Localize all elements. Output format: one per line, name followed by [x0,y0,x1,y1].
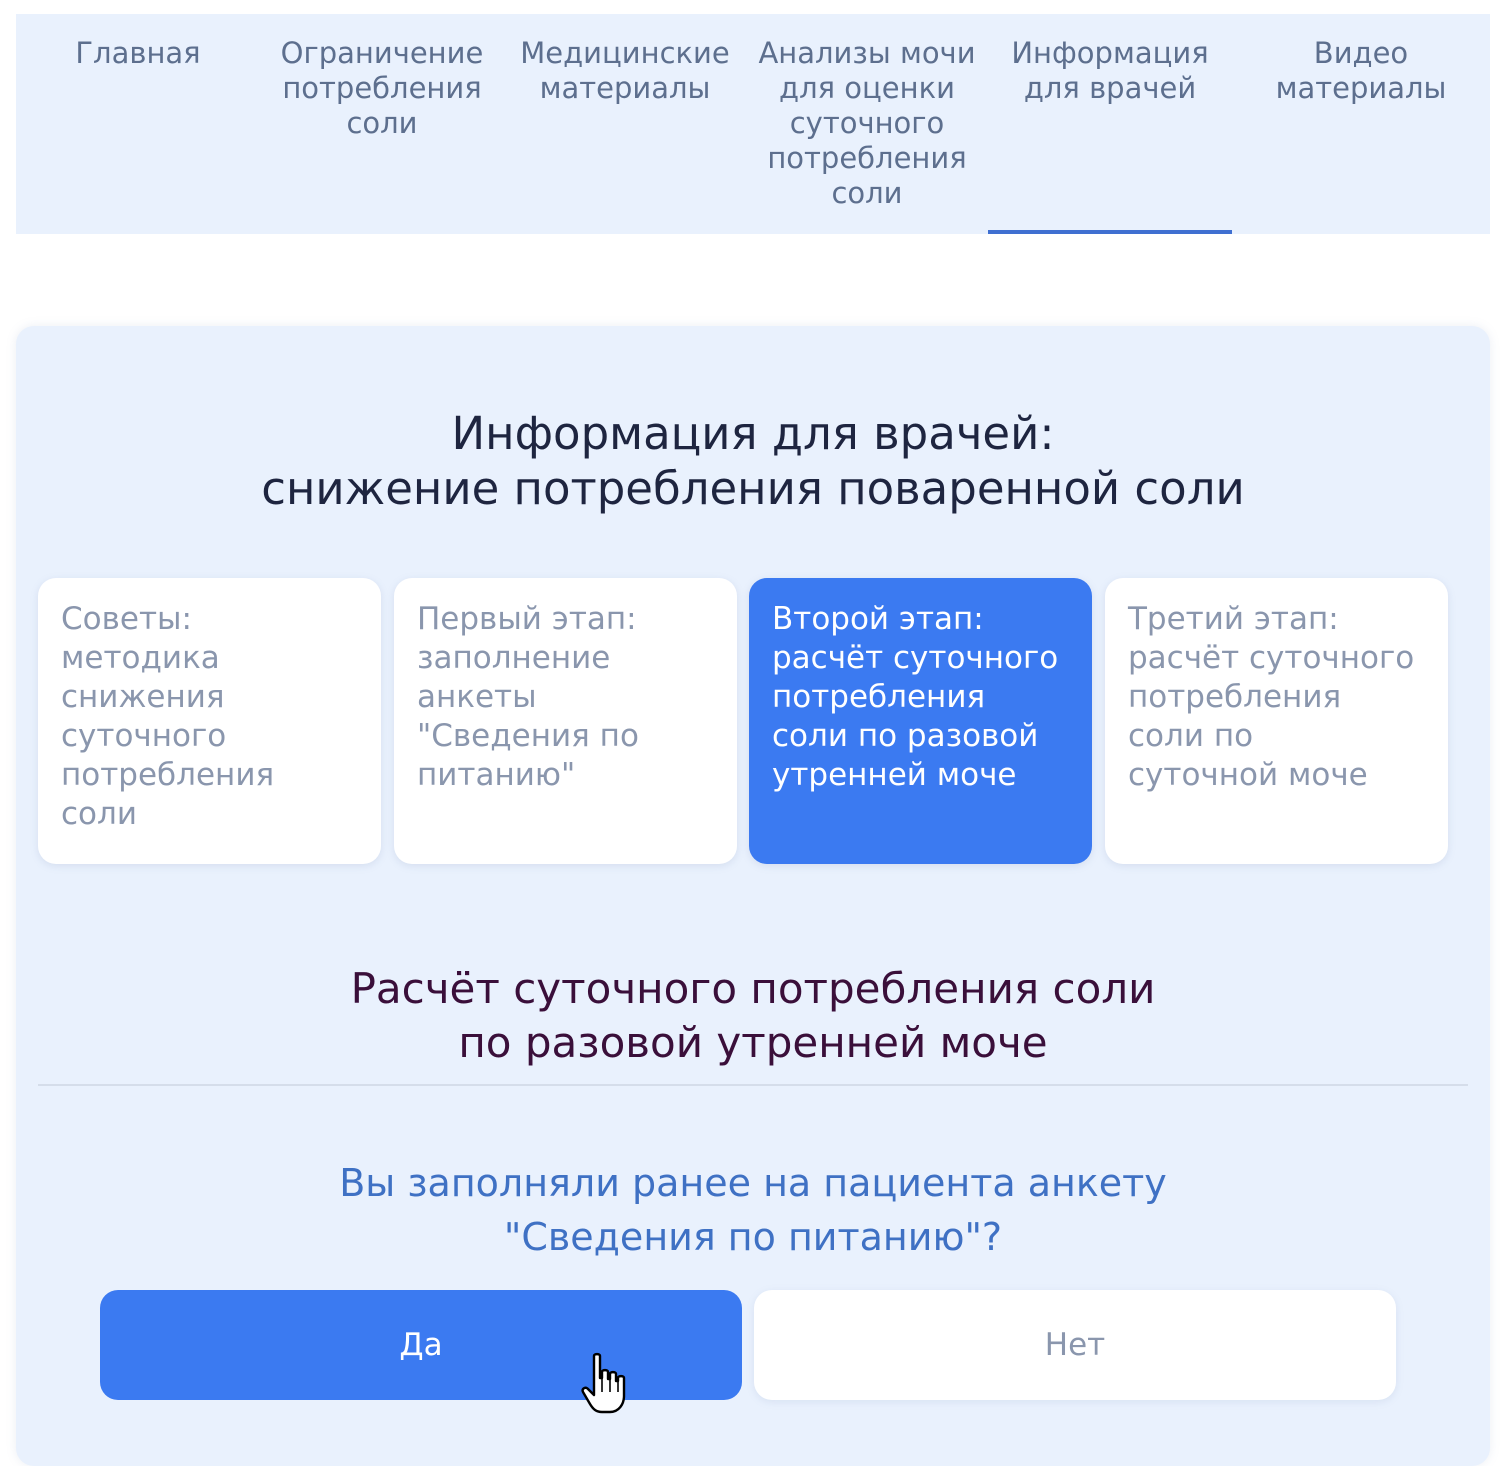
section-title: Расчёт суточного потребления соли по раз… [16,962,1490,1070]
nav-item-doctors-info[interactable]: Информация для врачей [988,14,1232,234]
step-tab-tips[interactable]: Советы: методика снижения суточного потр… [38,578,381,864]
yes-button[interactable]: Да [100,1290,742,1400]
step-tab-second-stage[interactable]: Второй этап: расчёт суточного потреблени… [749,578,1092,864]
nav-item-urine-tests[interactable]: Анализы мочи для оценки суточного потреб… [746,14,988,234]
step-tabs: Советы: методика снижения суточного потр… [38,578,1448,864]
questionnaire-question: Вы заполняли ранее на пациента анкету "С… [16,1156,1490,1264]
page-title: Информация для врачей: снижение потребле… [16,406,1490,516]
section-title-line-2: по разовой утренней моче [458,1018,1048,1067]
step-tab-label: Второй этап: расчёт суточного потреблени… [772,601,1059,793]
step-tab-label: Третий этап: расчёт суточного потреблени… [1128,601,1415,793]
no-button[interactable]: Нет [754,1290,1396,1400]
nav-item-salt-restriction[interactable]: Ограничение потребления соли [260,14,504,234]
nav-item-label: Медицинские материалы [520,36,730,105]
section-divider [38,1084,1468,1086]
nav-item-label: Информация для врачей [1011,36,1209,105]
page-title-line-2: снижение потребления поваренной соли [261,462,1245,515]
question-line-2: "Сведения по питанию"? [503,1215,1003,1259]
step-tab-first-stage[interactable]: Первый этап: заполнение анкеты "Сведения… [394,578,737,864]
nav-item-label: Главная [75,36,201,70]
question-line-1: Вы заполняли ранее на пациента анкету [339,1161,1167,1205]
page-title-line-1: Информация для врачей: [451,407,1055,460]
step-tab-label: Советы: методика снижения суточного потр… [61,601,275,832]
nav-item-video-materials[interactable]: Видео материалы [1232,14,1490,234]
nav-item-home[interactable]: Главная [16,14,260,234]
step-tab-label: Первый этап: заполнение анкеты "Сведения… [417,601,639,793]
step-tab-third-stage[interactable]: Третий этап: расчёт суточного потреблени… [1105,578,1448,864]
top-navigation: Главная Ограничение потребления соли Мед… [16,14,1490,234]
nav-item-label: Ограничение потребления соли [280,36,484,140]
section-title-line-1: Расчёт суточного потребления соли [350,964,1156,1013]
nav-item-label: Видео материалы [1275,36,1447,105]
nav-item-label: Анализы мочи для оценки суточного потреб… [758,36,976,210]
doctors-info-card: Информация для врачей: снижение потребле… [16,326,1490,1466]
nav-item-medical-materials[interactable]: Медицинские материалы [504,14,746,234]
